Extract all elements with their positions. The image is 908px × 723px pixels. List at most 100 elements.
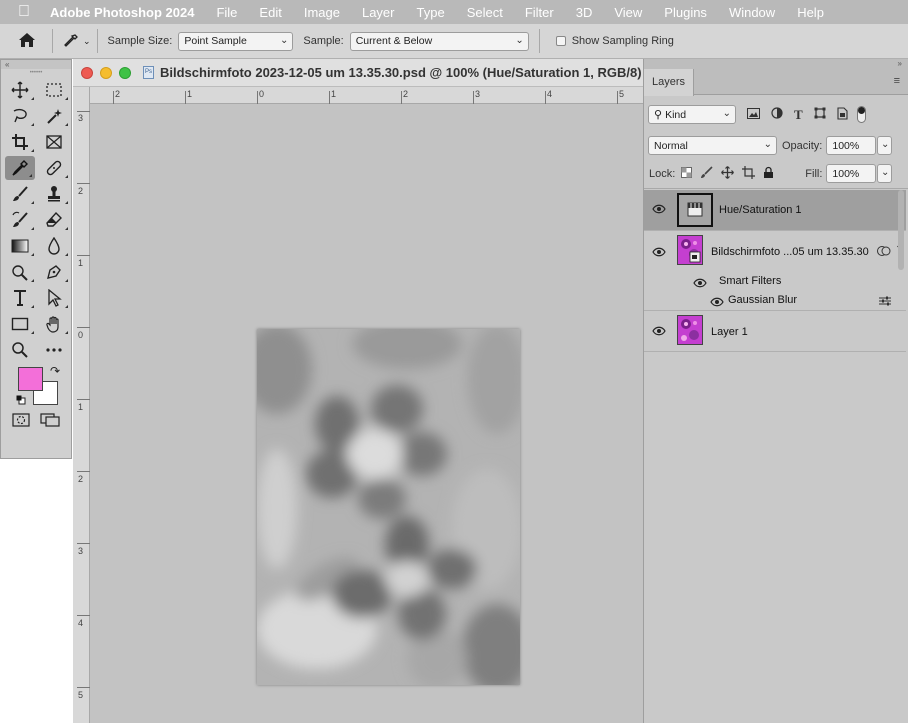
layer-name[interactable]: Hue/Saturation 1 [719, 204, 802, 216]
menu-plugins[interactable]: Plugins [664, 5, 707, 20]
eye-visibility-icon[interactable] [693, 278, 707, 291]
more-tools-icon[interactable] [37, 337, 71, 363]
filter-name[interactable]: Gaussian Blur [728, 294, 797, 306]
move-tool-icon[interactable] [3, 77, 37, 103]
layer-filter-row: ⚲ Kind ⌄ T [644, 105, 908, 124]
filter-toggle-switch[interactable] [856, 106, 866, 123]
sample-size-select[interactable]: Point Sample ⌄ [178, 31, 294, 51]
show-sampling-ring-checkbox[interactable] [555, 36, 566, 46]
pen-tool-icon[interactable] [37, 259, 71, 285]
menu-file[interactable]: File [216, 5, 237, 20]
tool-flyout-indicator [29, 174, 32, 177]
blend-mode-select[interactable]: Normal ⌄ [648, 136, 777, 155]
frame-tool-icon[interactable] [37, 129, 71, 155]
opacity-slider-button[interactable]: ⌄ [877, 136, 893, 155]
lock-artboard-icon[interactable] [742, 165, 756, 182]
menu-view[interactable]: View [614, 5, 642, 20]
filter-blending-options-icon[interactable] [879, 296, 891, 309]
layer-row-hue-saturation[interactable]: Hue/Saturation 1 [644, 190, 906, 231]
filter-pixel-layers-icon[interactable] [747, 107, 760, 122]
tab-layers[interactable]: Layers [644, 69, 694, 96]
chevron-down-icon: ⌄ [763, 139, 772, 150]
lock-position-icon[interactable] [721, 165, 735, 182]
menu-type[interactable]: Type [417, 5, 445, 20]
magic-wand-tool-icon[interactable] [37, 103, 71, 129]
rectangle-tool-icon[interactable] [3, 311, 37, 337]
fill-input[interactable]: 100% [826, 164, 877, 183]
history-brush-tool-icon[interactable] [3, 207, 37, 233]
minimize-window-button[interactable] [100, 66, 112, 79]
filter-kind-select[interactable]: ⚲ Kind ⌄ [648, 105, 736, 124]
default-colors-icon[interactable] [16, 395, 26, 405]
collapse-panel-icon[interactable]: » [644, 59, 908, 69]
path-selection-tool-icon[interactable] [37, 285, 71, 311]
document-tab[interactable]: Ps Bildschirmfoto 2023-12-05 um 13.35.30… [73, 59, 643, 87]
eye-visibility-icon[interactable] [710, 297, 724, 310]
smart-filters-label[interactable]: Smart Filters [719, 275, 781, 287]
document-canvas[interactable] [257, 329, 520, 685]
rectangular-marquee-tool-icon[interactable] [37, 77, 71, 103]
ruler-label: 2 [78, 186, 84, 196]
menu-edit[interactable]: Edit [259, 5, 281, 20]
menu-3d[interactable]: 3D [576, 5, 593, 20]
apple-menu-icon[interactable]:  [18, 3, 30, 21]
spot-healing-brush-tool-icon[interactable] [37, 155, 71, 181]
filter-shape-layers-icon[interactable] [814, 107, 826, 122]
eraser-tool-icon[interactable] [37, 207, 71, 233]
horizontal-ruler[interactable]: 2 1 0 1 2 3 4 5 [90, 87, 643, 104]
filter-adjustment-layers-icon[interactable] [771, 107, 783, 122]
app-name-menu[interactable]: Adobe Photoshop 2024 [50, 5, 194, 20]
type-tool-icon[interactable] [3, 285, 37, 311]
dodge-tool-icon[interactable] [3, 259, 37, 285]
layer-name[interactable]: Bildschirmfoto ...05 um 13.35.30 [711, 246, 869, 258]
eye-visibility-icon[interactable] [652, 204, 666, 217]
zoom-window-button[interactable] [119, 66, 131, 79]
blur-tool-icon[interactable] [37, 233, 71, 259]
gradient-tool-icon[interactable] [3, 233, 37, 259]
sample-select[interactable]: Current & Below ⌄ [349, 31, 529, 51]
ruler-label: 1 [331, 89, 337, 99]
filter-smart-objects-icon[interactable] [837, 106, 848, 123]
layer-thumbnail [677, 315, 703, 345]
layer-name[interactable]: Layer 1 [711, 326, 748, 338]
menu-image[interactable]: Image [304, 5, 340, 20]
tool-flyout-indicator [65, 123, 68, 126]
home-icon[interactable] [18, 32, 36, 51]
crop-tool-icon[interactable] [3, 129, 37, 155]
lasso-tool-icon[interactable] [3, 103, 37, 129]
filter-type-layers-icon[interactable]: T [794, 107, 803, 123]
ruler-mark [77, 183, 90, 184]
layers-scrollbar[interactable] [898, 190, 904, 270]
eyedropper-tool-icon[interactable] [5, 156, 35, 180]
fill-slider-button[interactable]: ⌄ [877, 164, 893, 183]
eye-visibility-icon[interactable] [652, 247, 666, 260]
lock-transparent-pixels-icon[interactable] [681, 166, 693, 181]
hand-tool-icon[interactable] [37, 311, 71, 337]
psd-file-icon: Ps [143, 66, 154, 79]
ruler-label: 1 [78, 258, 84, 268]
close-window-button[interactable] [81, 66, 93, 79]
swap-colors-icon[interactable]: ↷ [50, 364, 60, 378]
zoom-tool-icon[interactable] [3, 337, 37, 363]
menu-filter[interactable]: Filter [525, 5, 554, 20]
opacity-input[interactable]: 100% [826, 136, 877, 155]
lock-all-icon[interactable] [763, 166, 774, 182]
menu-select[interactable]: Select [467, 5, 503, 20]
menu-layer[interactable]: Layer [362, 5, 395, 20]
panel-menu-icon[interactable]: ≡ [894, 75, 900, 87]
menu-window[interactable]: Window [729, 5, 775, 20]
layer-row-layer-1[interactable]: Layer 1 [644, 312, 906, 352]
eyedropper-preset-icon[interactable]: ⌄ [63, 33, 91, 49]
clone-stamp-tool-icon[interactable] [37, 181, 71, 207]
panel-grip[interactable]: •••••• [1, 69, 71, 77]
chevron-down-icon[interactable]: ⌄ [83, 36, 91, 47]
tool-flyout-indicator [65, 227, 68, 230]
menu-help[interactable]: Help [797, 5, 824, 20]
brush-tool-icon[interactable] [3, 181, 37, 207]
vertical-ruler[interactable]: 3 2 1 0 1 2 3 4 5 [73, 87, 90, 723]
layer-row-smart-object[interactable]: Bildschirmfoto ...05 um 13.35.30 ⌃ Smart… [644, 232, 906, 311]
collapse-panel-icon[interactable]: « [1, 60, 71, 69]
foreground-color-swatch[interactable] [18, 367, 43, 391]
eye-visibility-icon[interactable] [652, 326, 666, 339]
lock-image-pixels-icon[interactable] [700, 165, 713, 182]
